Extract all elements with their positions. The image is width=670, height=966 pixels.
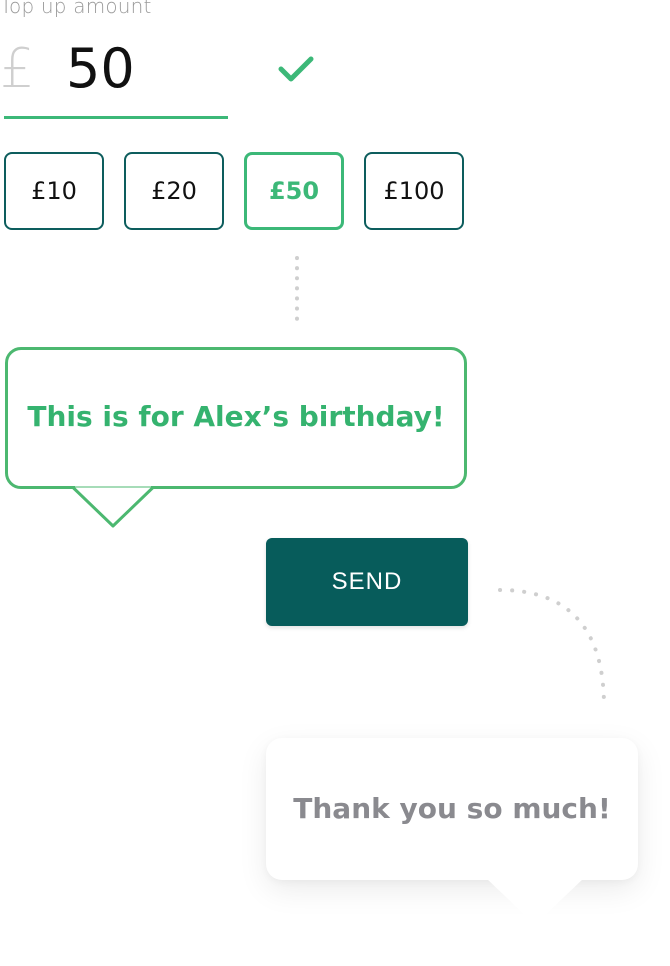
preset-50-button[interactable]: £50: [244, 152, 344, 230]
reply-bubble: Thank you so much!: [266, 738, 638, 880]
message-text: This is for Alex’s birthday!: [27, 399, 445, 433]
check-icon: [278, 56, 314, 82]
reply-bubble-tail: [486, 878, 584, 921]
message-bubble: This is for Alex’s birthday!: [5, 347, 467, 489]
preset-10-button[interactable]: £10: [4, 152, 104, 230]
amount-input[interactable]: 50: [66, 34, 135, 104]
amount-underline: [4, 116, 228, 119]
preset-20-button[interactable]: £20: [124, 152, 224, 230]
currency-symbol: £: [0, 37, 35, 100]
reply-text: Thank you so much!: [293, 791, 611, 825]
send-button[interactable]: SEND: [266, 538, 468, 626]
topup-label: Top up amount: [0, 0, 152, 18]
preset-100-button[interactable]: £100: [364, 152, 464, 230]
